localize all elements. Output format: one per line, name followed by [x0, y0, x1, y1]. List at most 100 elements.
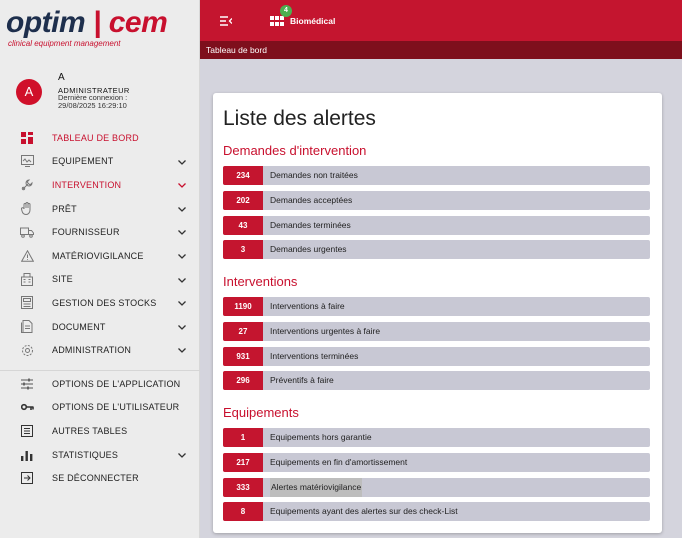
- avatar[interactable]: A: [16, 79, 42, 105]
- sidebar-item-label: OPTIONS DE L'UTILISATEUR: [52, 402, 180, 413]
- sidebar-item-fournisseur[interactable]: FOURNISSEUR: [0, 220, 200, 244]
- intervention-icon: [20, 178, 34, 192]
- chevron-down-icon[interactable]: [177, 450, 187, 460]
- chevron-down-icon[interactable]: [177, 275, 187, 285]
- module-selector[interactable]: 4 Biomédical: [270, 5, 336, 29]
- alert-count-badge: 217: [223, 452, 263, 472]
- alert-row[interactable]: 931 Interventions terminées: [223, 346, 650, 366]
- chevron-down-icon[interactable]: [177, 204, 187, 214]
- alert-row[interactable]: 217 Equipements en fin d'amortissement: [223, 452, 650, 472]
- alert-row[interactable]: 234 Demandes non traitées: [223, 166, 650, 185]
- sidebar-item-label: EQUIPEMENT: [52, 156, 114, 167]
- user-name: A: [58, 72, 65, 83]
- chevron-down-icon[interactable]: [177, 251, 187, 261]
- alert-label: Interventions à faire: [270, 301, 345, 311]
- apps-grid-icon: [270, 16, 284, 26]
- alert-count-badge: 27: [223, 321, 263, 341]
- chevron-down-icon[interactable]: [177, 322, 187, 332]
- building-icon: [20, 272, 34, 286]
- table-icon: [20, 424, 34, 438]
- equipment-icon: [20, 154, 34, 168]
- alert-count-badge: 1190: [223, 297, 263, 316]
- sidebar-item-label: AUTRES TABLES: [52, 425, 128, 436]
- alerts-card: Liste des alertes Demandes d'interventio…: [213, 93, 662, 533]
- sidebar-item-label: INTERVENTION: [52, 179, 122, 190]
- sidebar-item-label: DOCUMENT: [52, 321, 106, 332]
- sliders-icon: [20, 377, 34, 391]
- alert-count-badge: 1: [223, 428, 263, 447]
- sidebar-item-gestion-des-stocks[interactable]: GESTION DES STOCKS: [0, 291, 200, 315]
- alert-count-badge: 296: [223, 371, 263, 391]
- truck-icon: [20, 225, 34, 239]
- sidebar-menu-secondary: OPTIONS DE L'APPLICATION OPTIONS DE L'UTI…: [0, 372, 200, 490]
- alert-row[interactable]: 1190 Interventions à faire: [223, 297, 650, 316]
- alert-count-badge: 3: [223, 240, 263, 260]
- logo-separator: |: [93, 6, 101, 39]
- alert-row[interactable]: 333 Alertes matériovigilance: [223, 477, 650, 497]
- sidebar: optim | cem clinical equipment managemen…: [0, 0, 200, 538]
- breadcrumb-item[interactable]: Tableau de bord: [206, 45, 267, 55]
- alert-row[interactable]: 296 Préventifs à faire: [223, 371, 650, 391]
- top-bar: 4 Biomédical: [200, 0, 682, 41]
- alert-label: Alertes matériovigilance: [270, 477, 363, 497]
- hand-icon: [20, 202, 34, 216]
- sidebar-item-statistiques[interactable]: STATISTIQUES: [0, 443, 200, 467]
- alert-count-badge: 333: [223, 477, 263, 497]
- sidebar-item-administration[interactable]: ADMINISTRATION: [0, 338, 200, 362]
- sidebar-menu: TABLEAU DE BORD EQUIPEMENT INTERVENTION PRÊ…: [0, 126, 200, 362]
- module-label: Biomédical: [290, 16, 336, 26]
- bar-chart-icon: [20, 448, 34, 462]
- alert-row[interactable]: 43 Demandes terminées: [223, 215, 650, 235]
- sidebar-item-label: FOURNISSEUR: [52, 227, 120, 238]
- sidebar-item-se-deconnecter[interactable]: SE DÉCONNECTER: [0, 466, 200, 490]
- notification-badge: 4: [280, 5, 292, 17]
- sidebar-item-tableau-de-bord[interactable]: TABLEAU DE BORD: [0, 126, 200, 150]
- section-title: Equipements: [223, 405, 299, 420]
- logo[interactable]: optim | cem clinical equipment managemen…: [6, 6, 196, 49]
- sidebar-item-equipement[interactable]: EQUIPEMENT: [0, 150, 200, 174]
- sidebar-item-label: OPTIONS DE L'APPLICATION: [52, 378, 181, 389]
- chevron-down-icon[interactable]: [177, 227, 187, 237]
- sidebar-item-label: SE DÉCONNECTER: [52, 473, 139, 484]
- alert-count-badge: 202: [223, 190, 263, 210]
- sidebar-item-materiovigilance[interactable]: MATÉRIOVIGILANCE: [0, 244, 200, 268]
- chevron-down-icon[interactable]: [177, 157, 187, 167]
- alert-count-badge: 8: [223, 502, 263, 522]
- breadcrumb: Tableau de bord: [200, 41, 682, 59]
- alert-row[interactable]: 8 Equipements ayant des alertes sur des c…: [223, 502, 650, 522]
- sidebar-item-label: ADMINISTRATION: [52, 345, 132, 356]
- logo-part1: optim: [6, 6, 86, 39]
- alert-count-badge: 931: [223, 346, 263, 366]
- alert-row[interactable]: 1 Equipements hors garantie: [223, 428, 650, 447]
- sidebar-item-label: MATÉRIOVIGILANCE: [52, 250, 144, 261]
- sidebar-item-site[interactable]: SITE: [0, 268, 200, 292]
- logo-tagline: clinical equipment management: [8, 39, 121, 48]
- alert-label: Demandes non traitées: [270, 170, 358, 180]
- logo-part2: cem: [108, 6, 168, 39]
- section-title: Interventions: [223, 274, 298, 289]
- gear-icon: [20, 343, 34, 357]
- sidebar-item-options-de-l-application[interactable]: OPTIONS DE L'APPLICATION: [0, 372, 200, 396]
- alert-label: Equipements hors garantie: [270, 432, 372, 442]
- sidebar-item-intervention[interactable]: INTERVENTION: [0, 173, 200, 197]
- sidebar-item-options-de-l-utilisateur[interactable]: OPTIONS DE L'UTILISATEUR: [0, 396, 200, 420]
- alert-label: Demandes urgentes: [270, 244, 347, 255]
- chevron-down-icon[interactable]: [177, 180, 187, 190]
- menu-divider: [0, 370, 200, 371]
- dashboard-icon: [20, 131, 34, 145]
- sidebar-item-document[interactable]: DOCUMENT: [0, 315, 200, 339]
- sidebar-item-autres-tables[interactable]: AUTRES TABLES: [0, 419, 200, 443]
- alert-label: Demandes acceptées: [270, 194, 353, 205]
- chevron-down-icon[interactable]: [177, 298, 187, 308]
- menu-collapse-icon[interactable]: [220, 16, 232, 26]
- logout-icon: [20, 471, 34, 485]
- user-panel: A A ADMINISTRATEUR Dernière connexion : …: [14, 72, 194, 132]
- alert-count-badge: 234: [223, 166, 263, 185]
- alert-row[interactable]: 202 Demandes acceptées: [223, 190, 650, 210]
- sidebar-item-pret[interactable]: PRÊT: [0, 197, 200, 221]
- chevron-down-icon[interactable]: [177, 345, 187, 355]
- page-title: Liste des alertes: [223, 107, 376, 130]
- alert-label: Interventions urgentes à faire: [270, 325, 381, 336]
- alert-row[interactable]: 27 Interventions urgentes à faire: [223, 321, 650, 341]
- alert-row[interactable]: 3 Demandes urgentes: [223, 240, 650, 260]
